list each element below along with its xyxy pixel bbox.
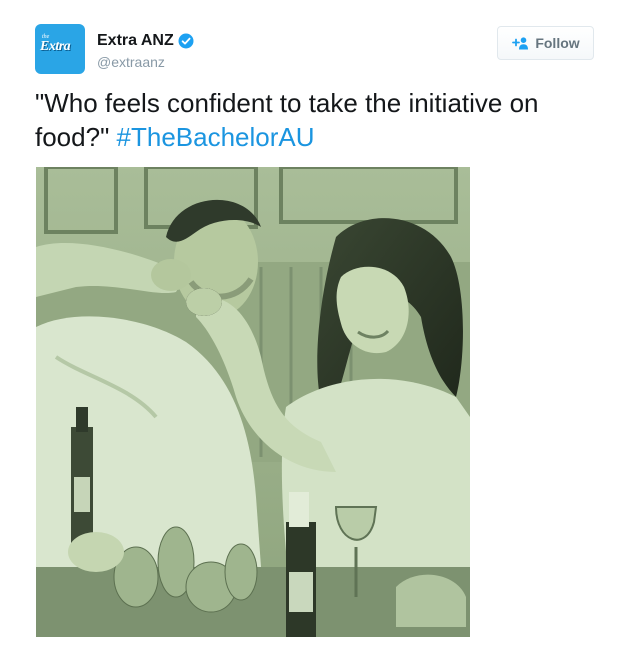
avatar[interactable]: the Extra (35, 24, 85, 74)
tweet-card: the Extra Extra ANZ @extraanz Follow "Wh… (0, 0, 627, 650)
tweet-text: "Who feels confident to take the initiat… (35, 86, 605, 154)
photo-scene (36, 167, 470, 637)
hashtag-link[interactable]: #TheBachelorAU (117, 122, 315, 152)
author-name[interactable]: Extra ANZ (97, 32, 174, 50)
logo-word: Extra (40, 39, 71, 54)
hand (68, 532, 124, 572)
add-person-icon (512, 37, 529, 50)
author-handle[interactable]: @extraanz (97, 54, 165, 70)
author-name-row[interactable]: Extra ANZ (97, 32, 194, 50)
follow-button[interactable]: Follow (497, 26, 594, 60)
extra-logo: the Extra (38, 34, 82, 64)
follow-label: Follow (535, 35, 580, 51)
verified-badge-icon (178, 33, 194, 49)
tweet-photo[interactable] (36, 167, 470, 637)
